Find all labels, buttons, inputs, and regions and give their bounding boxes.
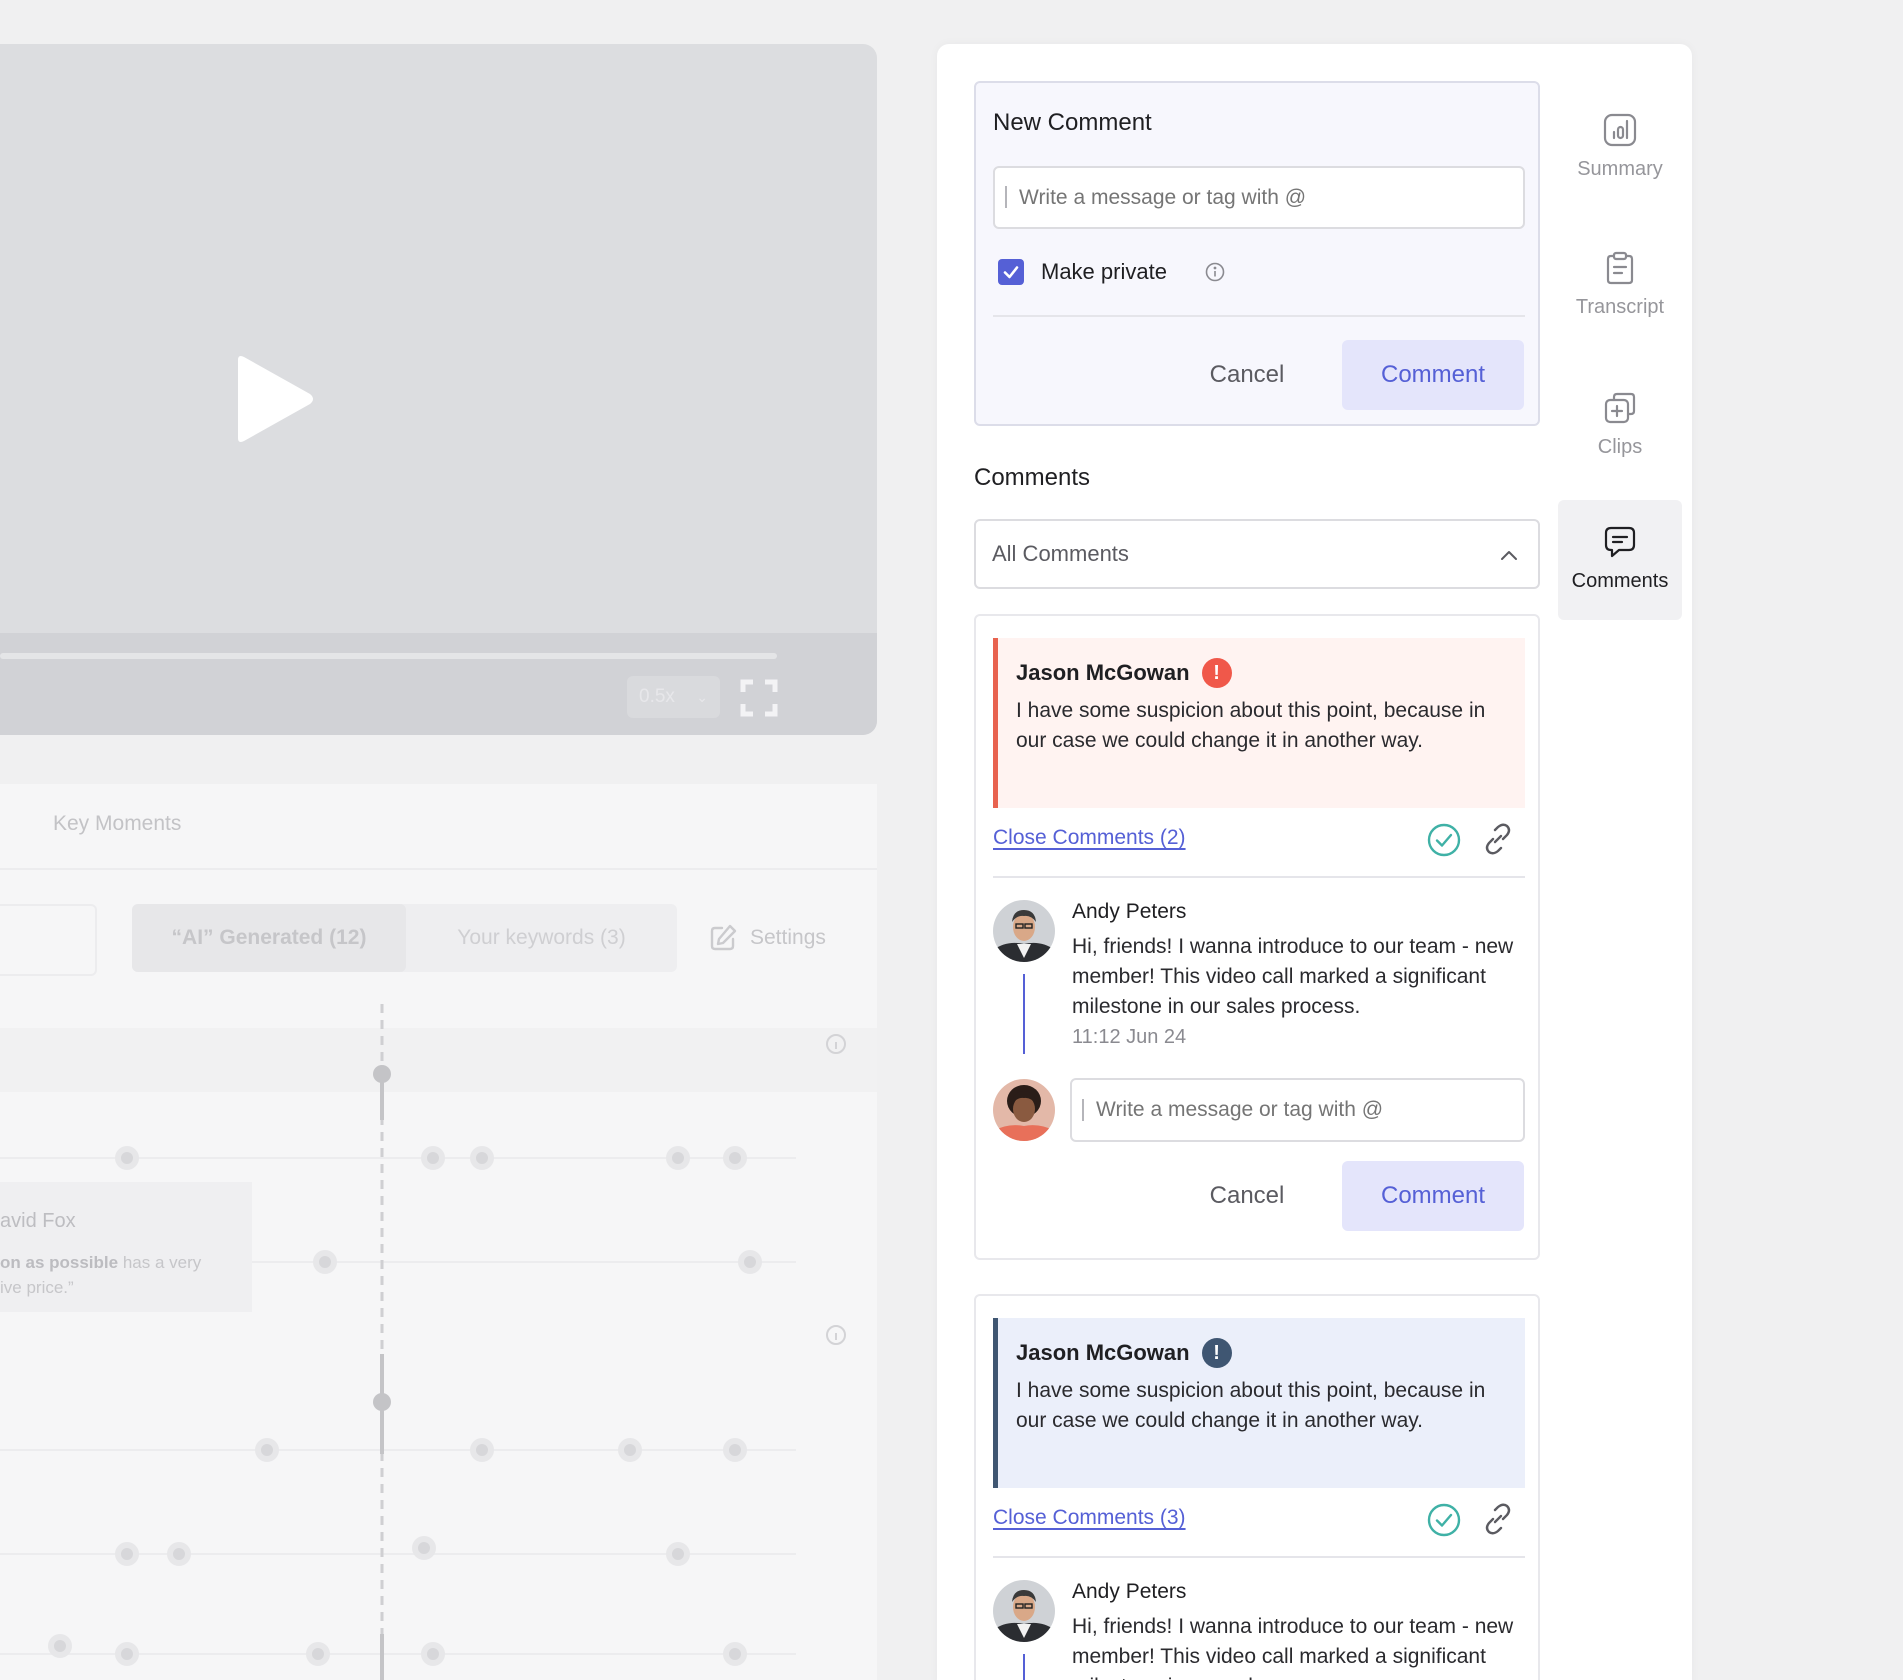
new-comment-input[interactable] <box>993 166 1525 229</box>
close-comments-link[interactable]: Close Comments (2) <box>993 826 1186 850</box>
comment-author-row: Jason McGowan ! <box>1016 1338 1509 1368</box>
reply-submit-button[interactable]: Comment <box>1342 1161 1524 1231</box>
comment-author: Jason McGowan <box>1016 1340 1190 1365</box>
new-comment-submit-button[interactable]: Comment <box>1342 340 1524 410</box>
make-private-label[interactable]: Make private <box>1041 259 1167 285</box>
key-moments-header: Key Moments <box>0 784 877 870</box>
video-controls: 0.5x ⌄ <box>0 633 877 735</box>
comments-section-title: Comments <box>974 464 1091 491</box>
reply-text: Hi, friends! I wanna introduce to our te… <box>1072 935 1514 1018</box>
reply-text: Hi, friends! I wanna introduce to our te… <box>1072 1615 1514 1680</box>
tab-ai-generated[interactable]: “AI” Generated (12) <box>132 904 406 972</box>
video-player[interactable]: 0.5x ⌄ <box>0 44 877 735</box>
divider <box>993 876 1525 878</box>
comment-author: Jason McGowan <box>1016 660 1190 685</box>
new-comment-cancel-button[interactable]: Cancel <box>1172 340 1322 410</box>
video-progress-bar[interactable] <box>0 653 777 659</box>
key-moments-tabs: “AI” Generated (12) Your keywords (3) <box>132 904 677 972</box>
nav-item-transcript[interactable]: Transcript <box>1558 226 1682 346</box>
nav-item-comments[interactable]: Comments <box>1558 500 1682 620</box>
divider <box>993 315 1525 317</box>
check-icon <box>1003 266 1019 279</box>
comments-icon <box>1604 526 1636 558</box>
nav-label: Clips <box>1597 436 1643 458</box>
key-moments-title: Key Moments <box>53 812 182 835</box>
comment-thread: Jason McGowan ! I have some suspicion ab… <box>974 614 1540 1260</box>
input-caret <box>1082 1099 1084 1121</box>
clips-icon <box>1604 392 1636 424</box>
reply-author: Andy Peters <box>1072 900 1187 923</box>
transcript-icon <box>1606 251 1634 285</box>
new-comment-card: New Comment Make private Cancel Comment <box>974 81 1540 426</box>
reply-timestamp: 11:12 Jun 24 <box>1072 1026 1187 1048</box>
play-icon[interactable] <box>230 354 316 444</box>
settings-label: Settings <box>750 926 826 949</box>
divider <box>993 1556 1525 1558</box>
make-private-checkbox[interactable] <box>998 259 1024 285</box>
key-moments-settings-button[interactable]: Settings <box>708 920 826 956</box>
nav-item-summary[interactable]: Summary <box>1558 88 1682 208</box>
chevron-down-icon: ⌄ <box>696 689 708 705</box>
flagged-comment: Jason McGowan ! I have some suspicion ab… <box>993 638 1525 808</box>
nav-label: Comments <box>1571 570 1669 592</box>
chevron-up-icon <box>1501 551 1517 560</box>
nav-item-clips[interactable]: Clips <box>1558 366 1682 486</box>
key-moments-panel: Key Moments “AI” Generated (12) Your key… <box>0 784 877 1680</box>
key-moments-search[interactable] <box>0 904 97 976</box>
nav-label: Transcript <box>1575 296 1665 318</box>
current-user-avatar[interactable] <box>993 1079 1055 1141</box>
quote-card[interactable]: avid Fox on as possible has a very ive p… <box>0 1182 252 1312</box>
new-comment-title: New Comment <box>993 109 1152 136</box>
playback-speed-select[interactable]: 0.5x ⌄ <box>627 676 720 718</box>
reply-input[interactable] <box>1070 1078 1525 1142</box>
avatar[interactable] <box>993 1580 1055 1642</box>
comment-thread: Jason McGowan ! I have some suspicion ab… <box>974 1294 1540 1680</box>
pencil-icon <box>710 924 737 951</box>
quote-text: on as possible has a very ive price.” <box>0 1253 202 1297</box>
fullscreen-icon[interactable] <box>740 679 778 717</box>
alert-icon: ! <box>1201 1338 1232 1368</box>
resolve-check-icon[interactable] <box>1426 822 1462 858</box>
filter-selected-value: All Comments <box>992 541 1129 566</box>
new-comment-input-wrapper <box>993 166 1525 229</box>
page: 0.5x ⌄ Key Moments “AI” Generated (12) Y… <box>0 0 1903 1680</box>
comment-text: I have some suspicion about this point, … <box>1016 1379 1486 1432</box>
comment-author-row: Jason McGowan ! <box>1016 658 1509 688</box>
reply-author: Andy Peters <box>1072 1580 1187 1603</box>
summary-chart-icon <box>1603 113 1637 147</box>
link-icon[interactable] <box>1481 822 1515 856</box>
resolve-check-icon[interactable] <box>1426 1502 1462 1538</box>
close-comments-link[interactable]: Close Comments (3) <box>993 1506 1186 1530</box>
flagged-comment: Jason McGowan ! I have some suspicion ab… <box>993 1318 1525 1488</box>
link-icon[interactable] <box>1481 1502 1515 1536</box>
info-icon[interactable] <box>1205 262 1225 282</box>
reply-thread-line <box>1023 1654 1025 1680</box>
comments-filter-select[interactable]: All Comments <box>974 519 1540 589</box>
tab-your-keywords[interactable]: Your keywords (3) <box>406 904 677 972</box>
alert-icon: ! <box>1201 658 1232 688</box>
comment-text: I have some suspicion about this point, … <box>1016 699 1486 752</box>
reply-input-wrapper <box>1070 1078 1525 1142</box>
nav-label: Summary <box>1577 158 1663 180</box>
reply-cancel-button[interactable]: Cancel <box>1172 1161 1322 1231</box>
quote-speaker: avid Fox <box>0 1210 76 1232</box>
avatar[interactable] <box>993 900 1055 962</box>
reply-thread-line <box>1023 974 1025 1054</box>
input-caret <box>1005 186 1007 208</box>
